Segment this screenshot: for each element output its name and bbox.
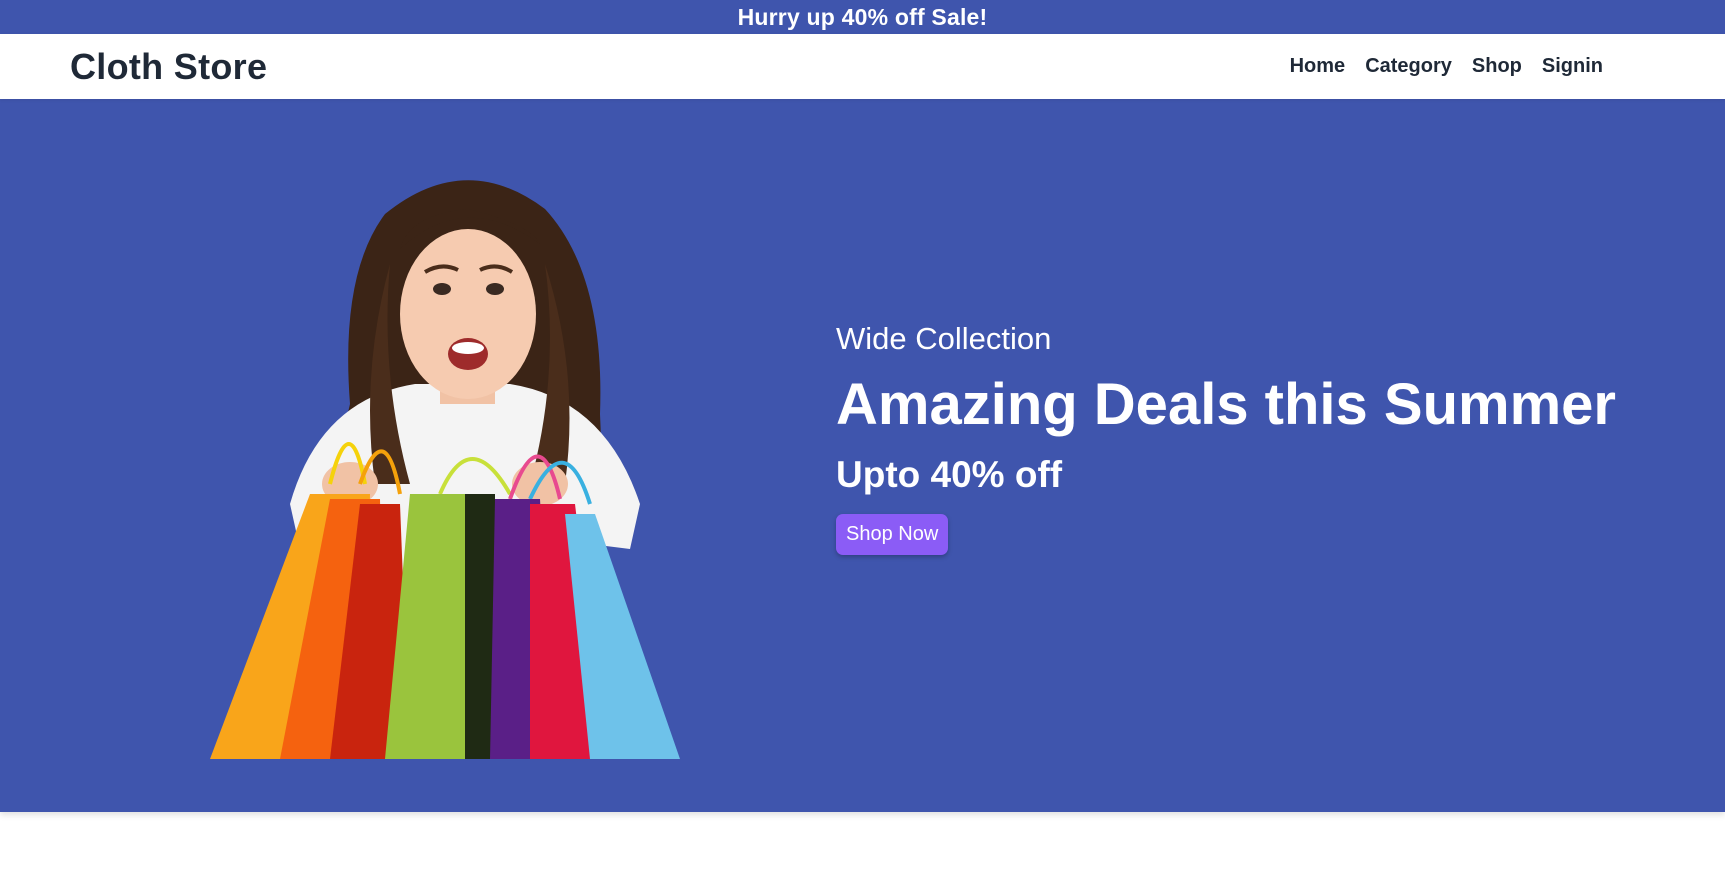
hero-banner: Wide Collection Amazing Deals this Summe…: [0, 99, 1725, 812]
brand-logo[interactable]: Cloth Store: [70, 46, 267, 88]
promo-banner: Hurry up 40% off Sale!: [0, 0, 1725, 34]
shop-now-button[interactable]: Shop Now: [836, 513, 949, 555]
hero-subtitle: Wide Collection: [836, 321, 1052, 356]
nav-link-home[interactable]: Home: [1290, 55, 1346, 78]
nav-links: Home Category Shop Signin: [1290, 34, 1603, 99]
nav-link-shop[interactable]: Shop: [1472, 55, 1522, 78]
nav-link-signin[interactable]: Signin: [1542, 55, 1603, 78]
hero-discount: Upto 40% off: [836, 453, 1063, 495]
hero-image: [210, 154, 730, 759]
navbar: Cloth Store Home Category Shop Signin: [0, 34, 1725, 99]
promo-text: Hurry up 40% off Sale!: [737, 3, 988, 30]
hero-title: Amazing Deals this Summer: [836, 372, 1616, 437]
nav-link-category[interactable]: Category: [1365, 55, 1452, 78]
hero-text: Wide Collection Amazing Deals this Summe…: [836, 321, 1616, 555]
